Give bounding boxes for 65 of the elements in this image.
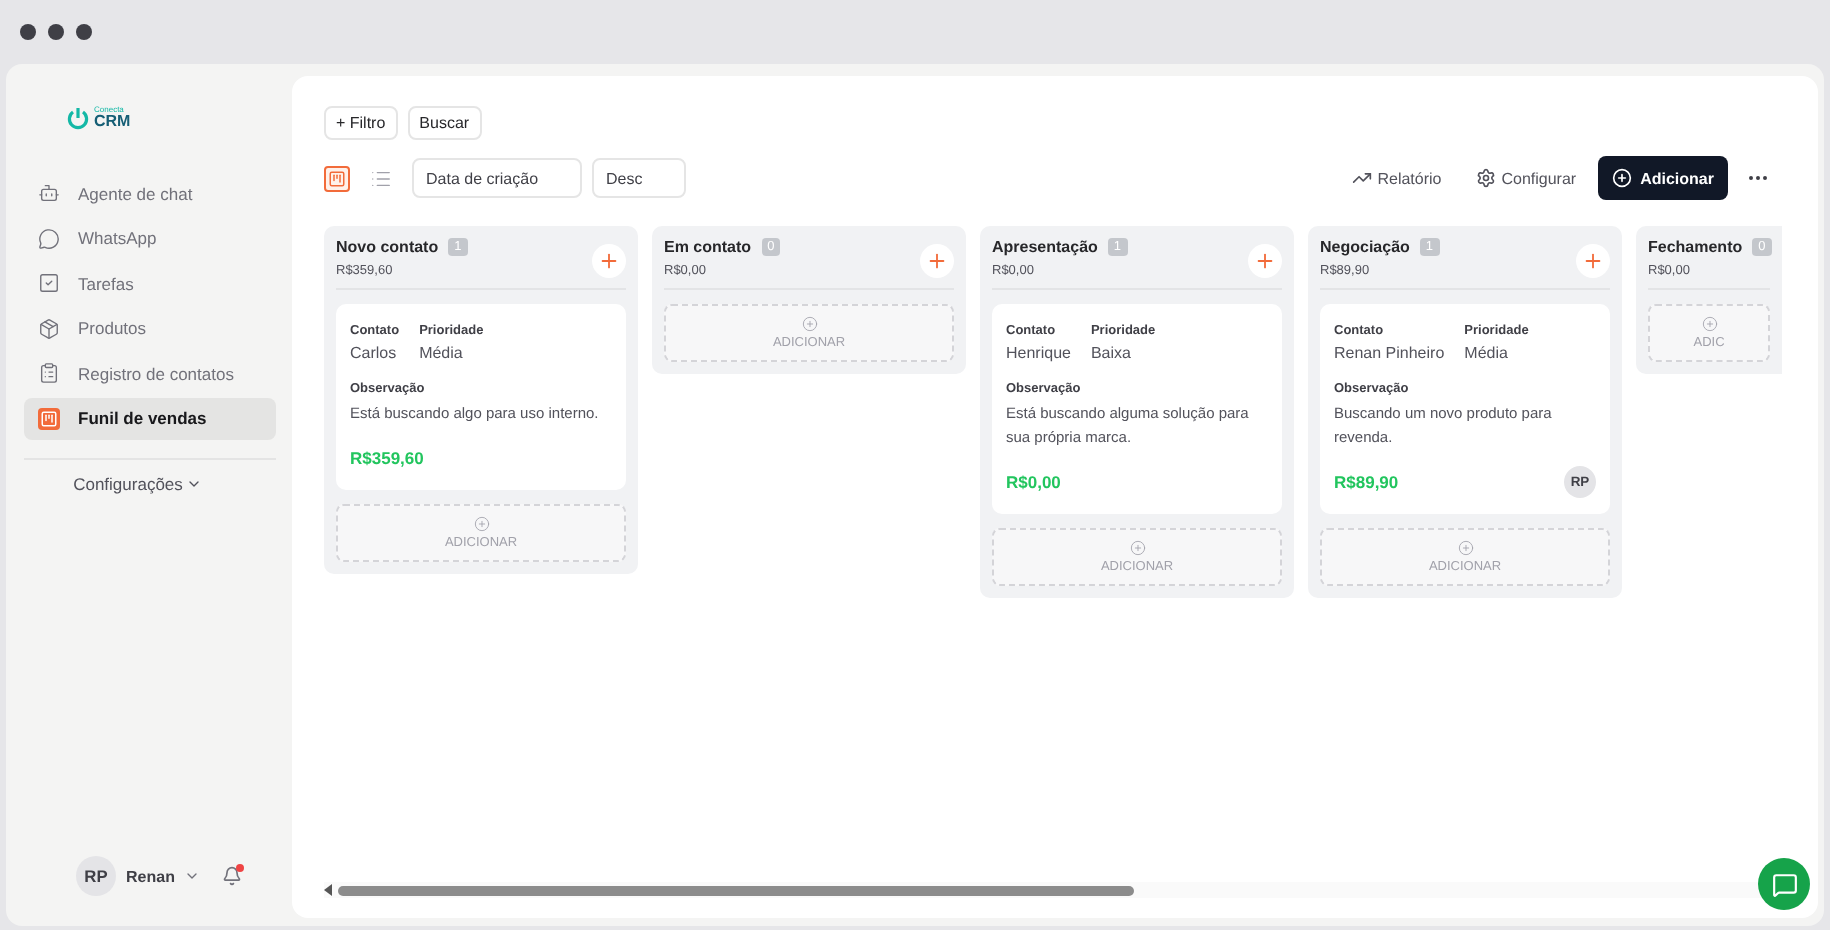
plus-icon [926,250,948,272]
deal-value: R$359,60 [350,448,424,468]
plus-circle-icon [1612,168,1633,188]
scroll-left-icon[interactable] [324,884,334,896]
plus-circle-icon [1701,316,1717,332]
priority-value: Baixa [1090,344,1133,362]
chat-icon [38,227,60,249]
plus-circle-icon [1457,540,1473,556]
sidebar-item[interactable]: Produtos [24,307,276,349]
board-view-button[interactable] [324,165,350,191]
sidebar-item[interactable]: Tarefas [24,262,276,304]
deal-value: R$89,90 [1334,472,1399,492]
priority-value: Média [1464,344,1510,362]
add-deal-button[interactable] [920,244,954,278]
plus-circle-icon [801,316,817,332]
sort-order-select[interactable]: Desc [592,158,686,198]
filter-button[interactable]: + Filtro [324,106,398,140]
clipboard-icon [38,362,60,384]
window-dot[interactable] [48,24,64,40]
deal-value: R$0,00 [1006,472,1061,492]
chevron-down-icon[interactable] [184,868,201,884]
chat-icon [1771,871,1797,897]
user-name[interactable]: Renan [126,867,175,885]
plus-icon [1582,250,1604,272]
user-avatar[interactable]: RP [76,856,116,896]
sort-field-select[interactable]: Data de criação [412,158,582,198]
column-title: Apresentação [992,238,1098,256]
window-dot[interactable] [76,24,92,40]
notification-bell-icon[interactable] [222,866,243,886]
column-title: Fechamento [1648,238,1743,256]
plus-icon [598,250,620,272]
window-dot[interactable] [20,24,36,40]
configure-link[interactable]: Configurar [1463,168,1589,188]
box-icon [38,317,60,339]
plus-circle-icon [1129,540,1145,556]
column-title: Em contato [664,238,752,256]
chevron-down-icon [186,476,203,492]
sidebar-item[interactable]: Agente de chat [24,172,276,214]
add-deal-button[interactable] [1248,244,1282,278]
column-title: Novo contato [336,238,439,256]
search-button[interactable]: Buscar [407,106,482,140]
contact-name: Carlos [350,344,399,362]
robot-icon [38,182,60,204]
sidebar-item[interactable]: Funil de vendas [24,397,276,439]
column-title: Negociação [1320,238,1410,256]
add-deal-button[interactable] [1576,244,1610,278]
add-button[interactable]: Adicionar [1598,156,1728,200]
scrollbar-thumb[interactable] [338,885,1134,895]
brand-name: CRM [94,114,131,130]
board-icon [38,407,60,429]
power-icon [66,106,90,130]
settings-menu[interactable]: Configurações [24,474,276,494]
add-deal-button[interactable] [592,244,626,278]
plus-icon [1254,250,1276,272]
checkbox-icon [38,272,60,294]
sidebar-item[interactable]: Registro de contatos [24,352,276,394]
report-link[interactable]: Relatório [1339,168,1454,188]
chat-button[interactable] [1758,858,1810,910]
contact-name: Renan Pinheiro [1334,344,1445,362]
priority-value: Média [419,344,465,362]
trend-icon [1351,168,1372,188]
sidebar-item[interactable]: WhatsApp [24,217,276,259]
contact-name: Henrique [1006,344,1071,362]
settings-icon [1475,168,1496,188]
plus-circle-icon [473,516,489,532]
